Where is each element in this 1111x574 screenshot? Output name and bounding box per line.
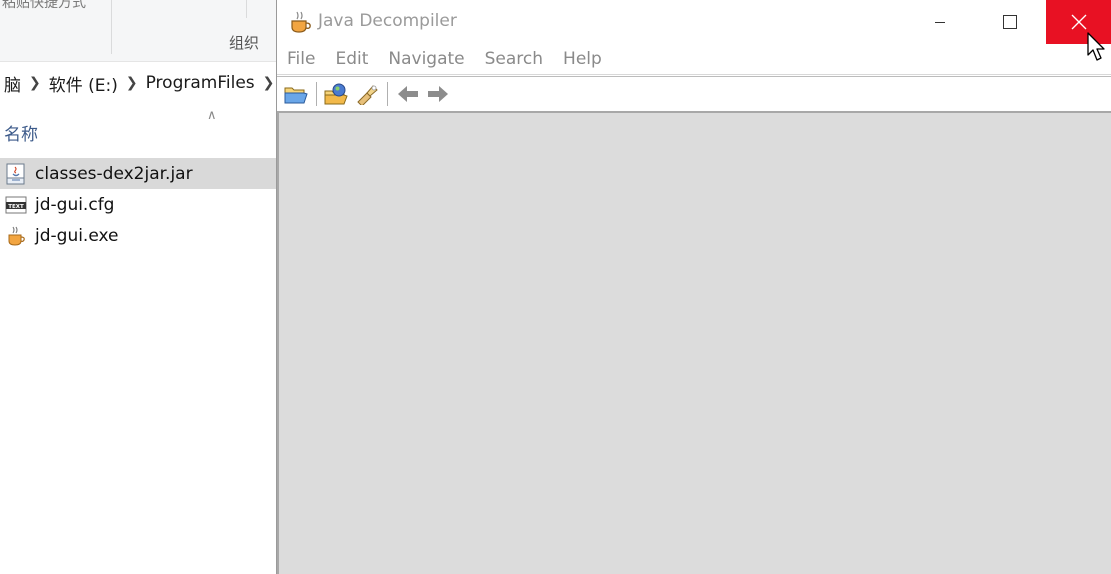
ribbon-divider	[111, 0, 112, 54]
close-icon	[1071, 14, 1087, 30]
list-item[interactable]: TEXT jd-gui.cfg	[0, 189, 277, 220]
maximize-button[interactable]	[987, 0, 1033, 44]
window-title: Java Decompiler	[318, 11, 457, 31]
mouse-pointer-icon	[1087, 32, 1105, 61]
breadcrumb-item-programfiles[interactable]: ProgramFiles	[142, 73, 259, 93]
ribbon-group-organize-label: 组织	[229, 34, 260, 52]
back-button[interactable]	[393, 79, 423, 109]
forward-button[interactable]	[423, 79, 453, 109]
svg-text:TEXT: TEXT	[8, 204, 24, 210]
minimize-icon	[935, 22, 945, 23]
explorer-ribbon: 粘贴快捷方式 组织	[0, 0, 277, 62]
sort-ascending-icon: ∧	[207, 108, 217, 123]
menu-file[interactable]: File	[277, 49, 325, 69]
forward-arrow-icon	[428, 86, 448, 102]
file-name: jd-gui.cfg	[35, 194, 115, 215]
column-header[interactable]: ∧ 名称	[0, 108, 277, 152]
open-file-button[interactable]	[281, 79, 311, 109]
breadcrumb[interactable]: 脑 ❯ 软件 (E:) ❯ ProgramFiles ❯	[0, 66, 277, 100]
list-item[interactable]: classes-dex2jar.jar	[0, 158, 277, 189]
search-flashlight-icon	[357, 85, 378, 105]
file-list: classes-dex2jar.jar TEXT jd-gui.cfg jd-g…	[0, 158, 277, 251]
back-arrow-icon	[398, 86, 418, 102]
breadcrumb-item-computer[interactable]: 脑	[0, 71, 25, 96]
chevron-right-icon[interactable]: ❯	[259, 75, 277, 91]
jar-file-icon	[6, 163, 25, 184]
maximize-icon	[1003, 15, 1017, 29]
menu-help[interactable]: Help	[553, 49, 612, 69]
open-folder-icon	[284, 87, 308, 104]
chevron-right-icon[interactable]: ❯	[25, 75, 45, 91]
column-header-name[interactable]: 名称	[4, 120, 38, 145]
file-name: classes-dex2jar.jar	[35, 163, 193, 184]
title-bar[interactable]: Java Decompiler	[277, 0, 1111, 44]
ribbon-paste-shortcut-label[interactable]: 粘贴快捷方式	[2, 0, 86, 12]
breadcrumb-item-drive-e[interactable]: 软件 (E:)	[45, 71, 122, 96]
file-name: jd-gui.exe	[35, 225, 119, 246]
toolbar-separator	[316, 82, 317, 106]
search-button[interactable]	[352, 79, 382, 109]
menu-search[interactable]: Search	[475, 49, 553, 69]
open-type-icon	[324, 83, 348, 105]
toolbar-separator	[387, 82, 388, 106]
menu-bar: File Edit Navigate Search Help	[277, 44, 1111, 75]
java-exe-icon	[8, 226, 25, 246]
text-file-icon: TEXT	[5, 196, 27, 213]
main-content-area[interactable]	[277, 111, 1111, 574]
open-type-button[interactable]	[322, 79, 352, 109]
ribbon-divider	[246, 0, 247, 18]
menu-edit[interactable]: Edit	[325, 49, 378, 69]
chevron-right-icon[interactable]: ❯	[122, 75, 142, 91]
menu-navigate[interactable]: Navigate	[378, 49, 474, 69]
list-item[interactable]: jd-gui.exe	[0, 220, 277, 251]
file-explorer: 粘贴快捷方式 组织 脑 ❯ 软件 (E:) ❯ ProgramFiles ❯ ∧…	[0, 0, 277, 574]
coffee-cup-icon	[291, 11, 311, 33]
minimize-button[interactable]	[917, 0, 963, 44]
java-decompiler-window: Java Decompiler File Edit Navigate Searc…	[276, 0, 1111, 574]
toolbar	[277, 76, 1111, 111]
